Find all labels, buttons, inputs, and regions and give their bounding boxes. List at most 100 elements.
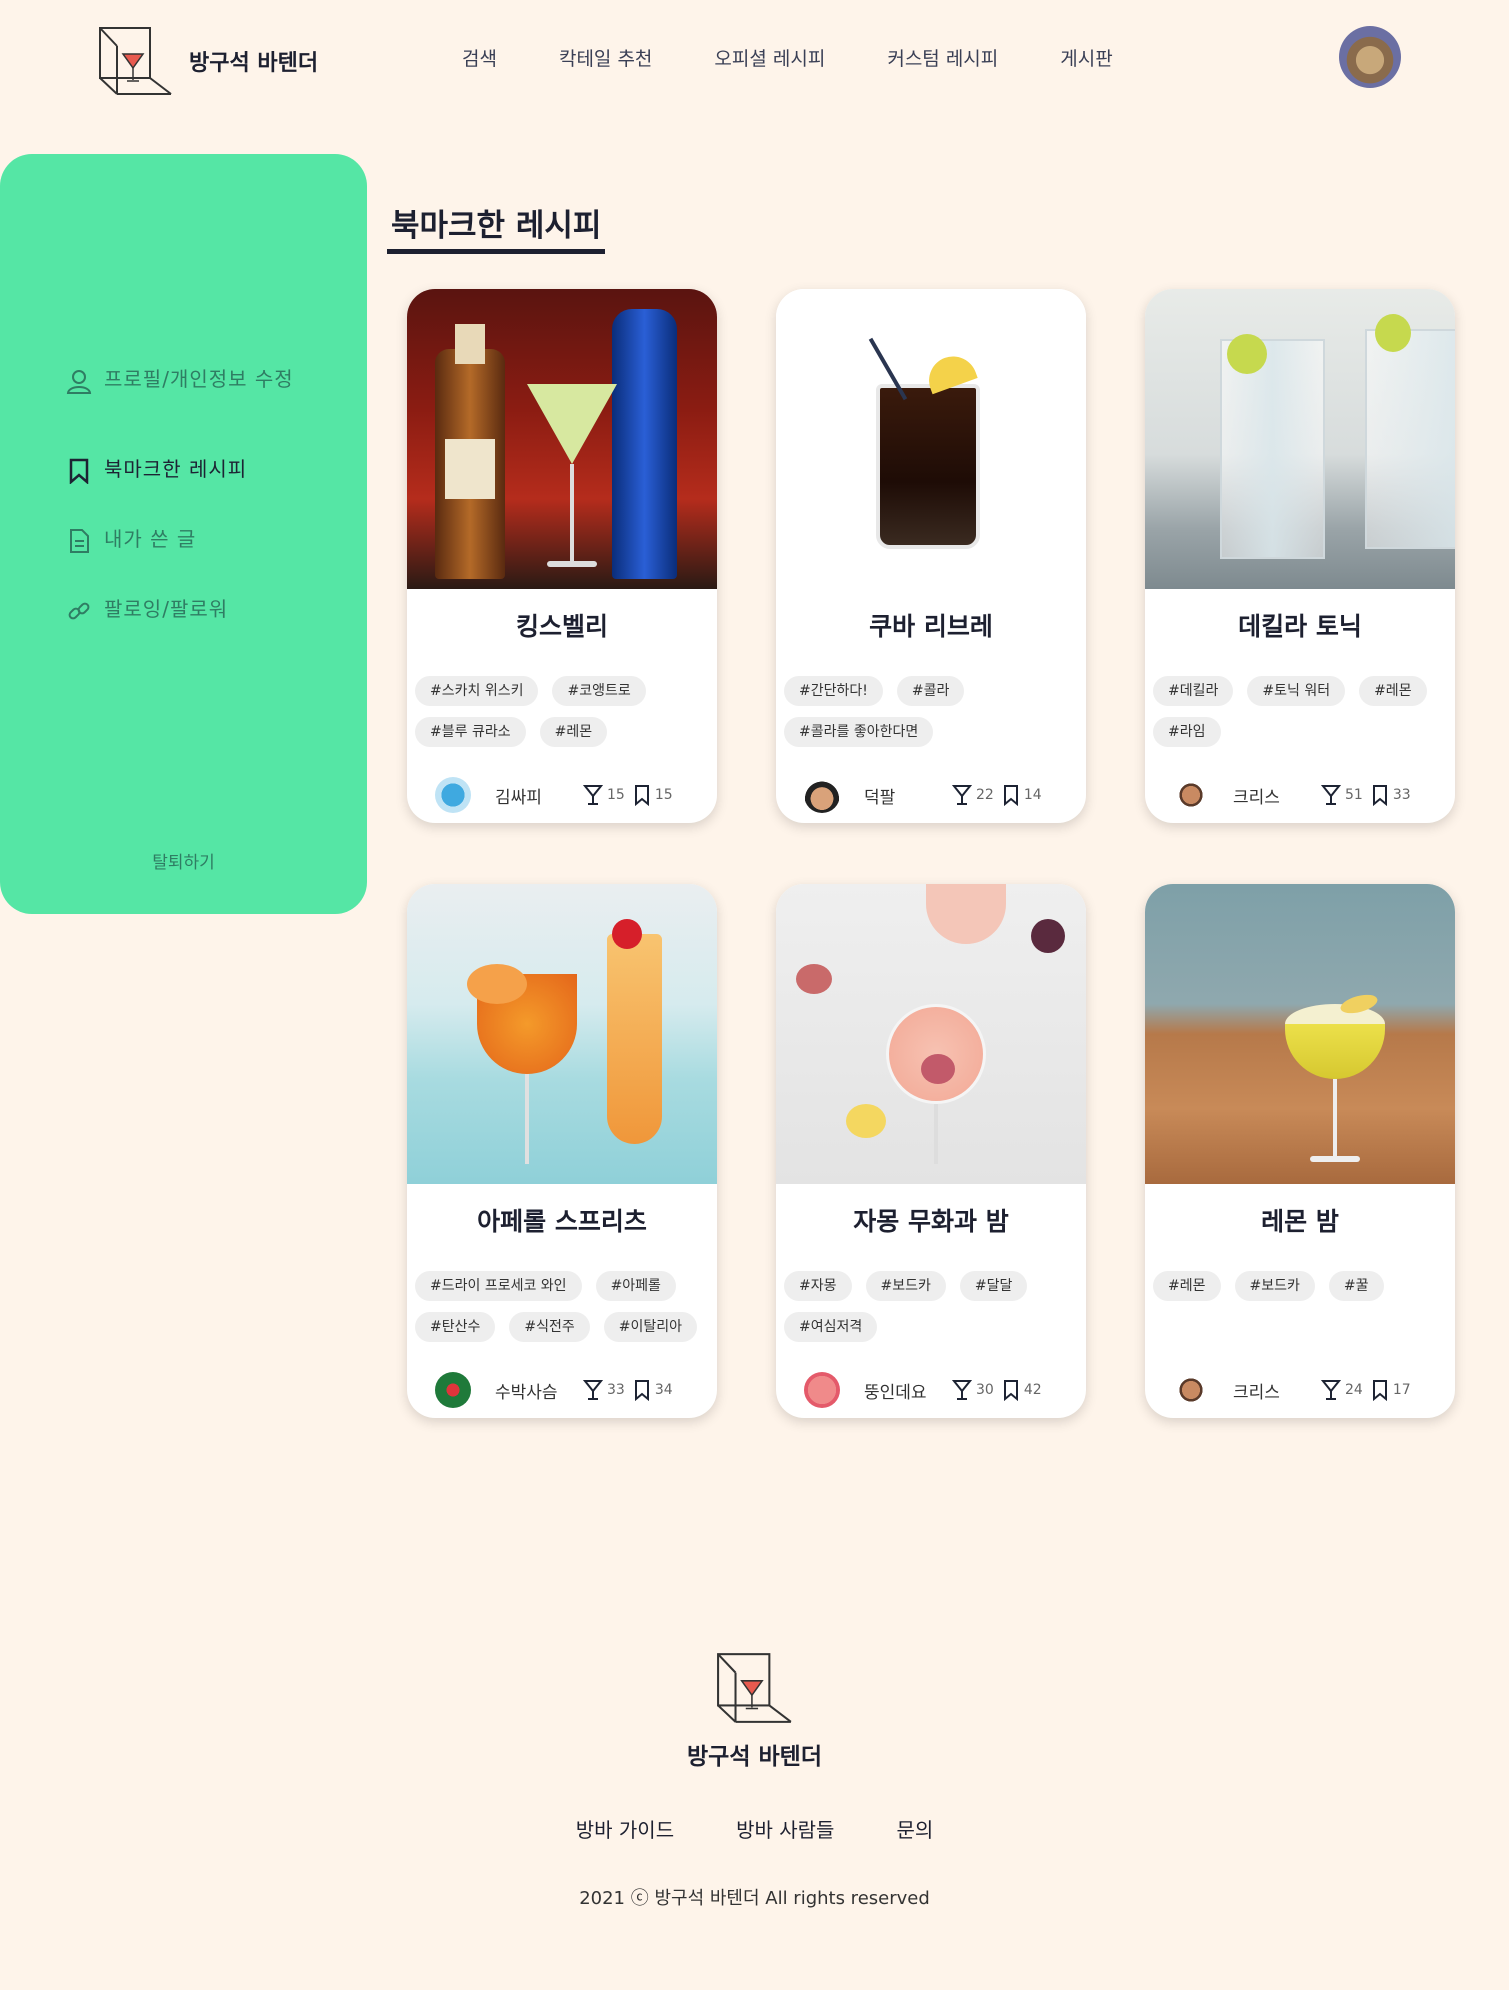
bookmark-icon bbox=[634, 785, 649, 806]
sidebar-item-label: 프로필/개인정보 수정 bbox=[104, 367, 294, 391]
bookmark-count[interactable]: 15 bbox=[633, 784, 673, 806]
author-name[interactable]: 크리스 bbox=[1233, 783, 1313, 808]
like-count[interactable]: 51 bbox=[1321, 784, 1363, 806]
bookmark-count[interactable]: 34 bbox=[633, 1379, 673, 1401]
copyright: 2021 ⓒ 방구석 바텐더 All rights reserved bbox=[579, 1888, 930, 1909]
like-count[interactable]: 24 bbox=[1321, 1379, 1363, 1401]
like-count[interactable]: 33 bbox=[583, 1379, 625, 1401]
tag[interactable]: #레몬 bbox=[539, 717, 608, 747]
tag[interactable]: #토닉 워터 bbox=[1247, 676, 1346, 706]
withdraw-button[interactable]: 탈퇴하기 bbox=[0, 848, 367, 873]
tag[interactable]: #여심저격 bbox=[784, 1312, 878, 1342]
recipe-card[interactable]: 킹스벨리 #스카치 위스키 #코앵트로 #블루 큐라소 #레몬 김싸피 15 1… bbox=[407, 289, 717, 823]
footer-link-people[interactable]: 방바 사람들 bbox=[736, 1814, 834, 1843]
logo[interactable]: 방구석 바텐더 bbox=[97, 24, 318, 98]
tag[interactable]: #콜라 bbox=[896, 676, 965, 706]
sidebar-item-label: 팔로잉/팔로워 bbox=[104, 597, 229, 621]
nav-board[interactable]: 게시판 bbox=[1060, 44, 1112, 71]
footer-link-contact[interactable]: 문의 bbox=[896, 1814, 933, 1843]
tag[interactable]: #데킬라 bbox=[1153, 676, 1234, 706]
cocktail-glass-icon bbox=[952, 785, 972, 805]
tag[interactable]: #라임 bbox=[1153, 717, 1221, 747]
bookmark-count-value: 34 bbox=[654, 1382, 673, 1398]
nav-search[interactable]: 검색 bbox=[462, 44, 497, 71]
tag[interactable]: #보드카 bbox=[865, 1271, 946, 1301]
page-title: 북마크한 레시피 bbox=[387, 200, 606, 254]
avatar[interactable] bbox=[435, 777, 471, 813]
avatar[interactable] bbox=[435, 1372, 471, 1408]
tag[interactable]: #드라이 프로세코 와인 bbox=[415, 1271, 582, 1301]
author-name[interactable]: 덕팔 bbox=[864, 783, 944, 808]
recipe-image bbox=[776, 289, 1086, 589]
tag-list: #스카치 위스키 #코앵트로 #블루 큐라소 #레몬 bbox=[415, 676, 711, 747]
card-footer: 수박사슴 33 34 bbox=[435, 1370, 705, 1410]
bookmark-icon bbox=[1372, 785, 1387, 806]
avatar[interactable] bbox=[1173, 1372, 1209, 1408]
recipe-title: 레몬 밤 bbox=[1261, 1207, 1339, 1236]
footer-nav: 방바 가이드 방바 사람들 문의 bbox=[0, 1814, 1509, 1843]
recipe-image bbox=[1145, 884, 1455, 1184]
bookmark-icon bbox=[69, 458, 89, 484]
cocktail-glass-icon bbox=[583, 785, 603, 805]
avatar[interactable] bbox=[804, 777, 840, 813]
like-count[interactable]: 30 bbox=[952, 1379, 994, 1401]
nav-official-recipe[interactable]: 오피셜 레시피 bbox=[714, 44, 825, 71]
card-footer: 김싸피 15 15 bbox=[435, 775, 705, 815]
author-name[interactable]: 수박사슴 bbox=[495, 1378, 575, 1403]
tag[interactable]: #이탈리아 bbox=[603, 1312, 698, 1342]
profile-avatar[interactable] bbox=[1339, 26, 1401, 88]
tag[interactable]: #탄산수 bbox=[415, 1312, 496, 1342]
recipe-card[interactable]: 자몽 무화과 밤 #자몽 #보드카 #달달 #여심저격 뚱인데요 30 42 bbox=[776, 884, 1086, 1418]
author-name[interactable]: 크리스 bbox=[1233, 1378, 1313, 1403]
bookmark-count[interactable]: 33 bbox=[1371, 784, 1411, 806]
nav-custom-recipe[interactable]: 커스텀 레시피 bbox=[887, 44, 998, 71]
bookmark-icon bbox=[634, 1380, 649, 1401]
like-count-value: 51 bbox=[1345, 787, 1363, 803]
tag[interactable]: #레몬 bbox=[1359, 676, 1427, 706]
sidebar-item-bookmark[interactable]: 북마크한 레시피 bbox=[66, 454, 316, 484]
nav-cocktail-recommend[interactable]: 칵테일 추천 bbox=[559, 44, 652, 71]
sidebar-item-my-posts[interactable]: 내가 쓴 글 bbox=[66, 524, 316, 554]
footer-brand-name: 방구석 바텐더 bbox=[687, 1744, 822, 1770]
recipe-image bbox=[776, 884, 1086, 1184]
tag[interactable]: #코앵트로 bbox=[552, 676, 646, 706]
footer-logo[interactable] bbox=[0, 1650, 1509, 1730]
bookmark-count[interactable]: 14 bbox=[1002, 784, 1042, 806]
tag-list: #레몬 #보드카 #꿀 bbox=[1153, 1271, 1449, 1301]
like-count-value: 33 bbox=[607, 1382, 625, 1398]
recipe-card[interactable]: 아페롤 스프리츠 #드라이 프로세코 와인 #아페롤 #탄산수 #식전주 #이탈… bbox=[407, 884, 717, 1418]
tag[interactable]: #자몽 bbox=[784, 1271, 852, 1301]
tag[interactable]: #간단하다! bbox=[784, 676, 883, 706]
footer-link-guide[interactable]: 방바 가이드 bbox=[576, 1814, 674, 1843]
sidebar-item-profile[interactable]: 프로필/개인정보 수정 bbox=[66, 364, 316, 394]
bookmark-count[interactable]: 17 bbox=[1371, 1379, 1411, 1401]
tag[interactable]: #식전주 bbox=[509, 1312, 590, 1342]
tag[interactable]: #꿀 bbox=[1328, 1271, 1384, 1301]
recipe-card[interactable]: 쿠바 리브레 #간단하다! #콜라 #콜라를 좋아한다면 덕팔 22 14 bbox=[776, 289, 1086, 823]
recipe-title: 킹스벨리 bbox=[515, 612, 608, 641]
tag[interactable]: #보드카 bbox=[1234, 1271, 1315, 1301]
like-count-value: 15 bbox=[607, 787, 625, 803]
brand-name: 방구석 바텐더 bbox=[189, 51, 319, 76]
avatar[interactable] bbox=[804, 1372, 840, 1408]
tag[interactable]: #블루 큐라소 bbox=[415, 717, 526, 747]
bookmark-icon bbox=[1003, 785, 1018, 806]
recipe-card[interactable]: 데킬라 토닉 #데킬라 #토닉 워터 #레몬 #라임 크리스 51 33 bbox=[1145, 289, 1455, 823]
tag[interactable]: #스카치 위스키 bbox=[415, 676, 539, 706]
sidebar-item-follow[interactable]: 팔로잉/팔로워 bbox=[66, 594, 316, 624]
author-name[interactable]: 뚱인데요 bbox=[864, 1378, 944, 1403]
avatar[interactable] bbox=[1173, 777, 1209, 813]
like-count[interactable]: 22 bbox=[952, 784, 994, 806]
like-count[interactable]: 15 bbox=[583, 784, 625, 806]
recipe-card[interactable]: 레몬 밤 #레몬 #보드카 #꿀 크리스 24 17 bbox=[1145, 884, 1455, 1418]
tag[interactable]: #콜라를 좋아한다면 bbox=[784, 717, 934, 747]
tag-list: #자몽 #보드카 #달달 #여심저격 bbox=[784, 1271, 1080, 1342]
author-name[interactable]: 김싸피 bbox=[495, 783, 575, 808]
tag[interactable]: #달달 bbox=[959, 1271, 1028, 1301]
sidebar: 프로필/개인정보 수정 북마크한 레시피 내가 쓴 글 팔로잉/팔로워 탈퇴하기 bbox=[0, 154, 367, 914]
tag[interactable]: #레몬 bbox=[1153, 1271, 1221, 1301]
recipe-title: 쿠바 리브레 bbox=[869, 612, 993, 641]
tag[interactable]: #아페롤 bbox=[595, 1271, 676, 1301]
bookmark-count[interactable]: 42 bbox=[1002, 1379, 1042, 1401]
link-icon bbox=[68, 602, 90, 620]
